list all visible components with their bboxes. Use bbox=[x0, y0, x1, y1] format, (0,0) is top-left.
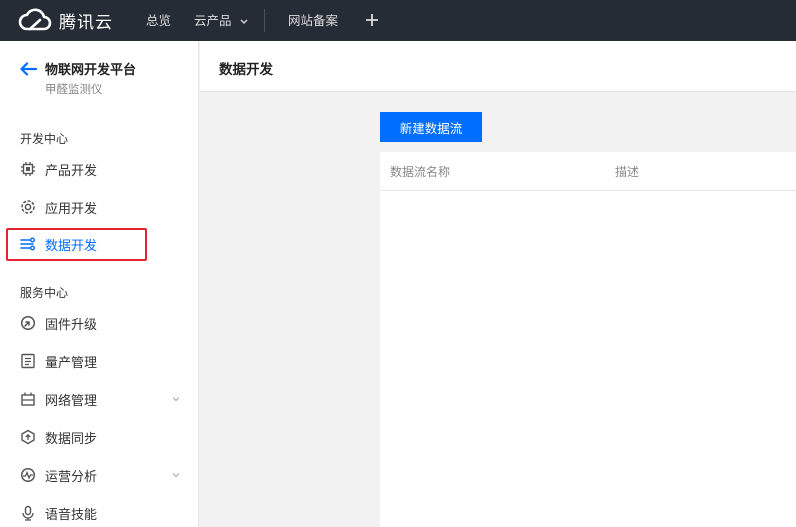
annotation-highlight-box bbox=[6, 228, 147, 261]
sync-icon bbox=[21, 429, 35, 445]
sidebar: 物联网开发平台 甲醛监测仪 开发中心 产品开发 应用开发 数据开发 服务中心 固 bbox=[0, 41, 199, 527]
sidebar-item-mass-production[interactable]: 量产管理 bbox=[0, 345, 198, 377]
sidebar-item-voice-skill[interactable]: 语音技能 bbox=[0, 497, 198, 527]
column-header-flow-name: 数据流名称 bbox=[390, 165, 451, 179]
sidebar-item-label: 固件升级 bbox=[45, 317, 98, 333]
top-navigation-bar: 腾讯云 总览 云产品 网站备案 bbox=[0, 0, 796, 41]
sidebar-item-firmware-upgrade[interactable]: 固件升级 bbox=[0, 307, 198, 339]
arrow-left-icon[interactable] bbox=[20, 61, 37, 76]
device-name: 甲醛监测仪 bbox=[45, 82, 103, 96]
sidebar-item-label: 产品开发 bbox=[45, 163, 98, 179]
sidebar-item-data-sync[interactable]: 数据同步 bbox=[0, 421, 198, 453]
sidebar-item-label: 应用开发 bbox=[45, 201, 98, 217]
page-header: 数据开发 bbox=[200, 41, 796, 92]
nav-divider bbox=[264, 9, 265, 32]
sidebar-item-label: 数据同步 bbox=[45, 431, 98, 447]
sidebar-item-network-management[interactable]: 网络管理 bbox=[0, 383, 198, 415]
document-list-icon bbox=[21, 353, 35, 369]
nav-cloud-products-label: 云产品 bbox=[194, 13, 232, 28]
column-header-description: 描述 bbox=[615, 165, 640, 179]
section-title-service-center: 服务中心 bbox=[20, 286, 69, 300]
back-to-platform[interactable]: 物联网开发平台 bbox=[20, 59, 136, 78]
sidebar-item-app-dev[interactable]: 应用开发 bbox=[0, 191, 198, 223]
nav-website-filing[interactable]: 网站备案 bbox=[288, 0, 338, 41]
chevron-down-icon bbox=[239, 18, 248, 24]
chevron-down-icon[interactable] bbox=[172, 471, 180, 479]
data-flow-table: 数据流名称 描述 bbox=[380, 152, 796, 527]
sidebar-item-label: 网络管理 bbox=[45, 393, 98, 409]
brand-logo[interactable]: 腾讯云 bbox=[18, 6, 113, 34]
section-title-dev-center: 开发中心 bbox=[20, 132, 69, 146]
table-header: 数据流名称 描述 bbox=[380, 152, 796, 191]
nav-overview[interactable]: 总览 bbox=[146, 0, 171, 41]
nav-cloud-products[interactable]: 云产品 bbox=[194, 0, 248, 41]
chevron-down-icon[interactable] bbox=[172, 395, 180, 403]
platform-title: 物联网开发平台 bbox=[45, 63, 137, 78]
sidebar-item-label: 运营分析 bbox=[45, 469, 98, 485]
gear-ring-icon bbox=[21, 200, 35, 214]
sidebar-item-label: 量产管理 bbox=[45, 355, 98, 371]
create-data-flow-button[interactable]: 新建数据流 bbox=[380, 112, 482, 142]
sidebar-item-product-dev[interactable]: 产品开发 bbox=[0, 153, 198, 185]
analytics-icon bbox=[20, 467, 36, 483]
sidebar-item-label: 语音技能 bbox=[45, 507, 98, 523]
firmware-icon bbox=[20, 315, 36, 331]
brand-name: 腾讯云 bbox=[59, 12, 113, 33]
page-title: 数据开发 bbox=[219, 62, 273, 78]
network-icon bbox=[21, 392, 35, 406]
tencent-cloud-logo bbox=[18, 8, 52, 31]
voice-icon bbox=[22, 505, 34, 521]
plus-icon[interactable] bbox=[364, 8, 380, 32]
chip-icon bbox=[21, 162, 35, 176]
sidebar-item-operations-analysis[interactable]: 运营分析 bbox=[0, 459, 198, 491]
